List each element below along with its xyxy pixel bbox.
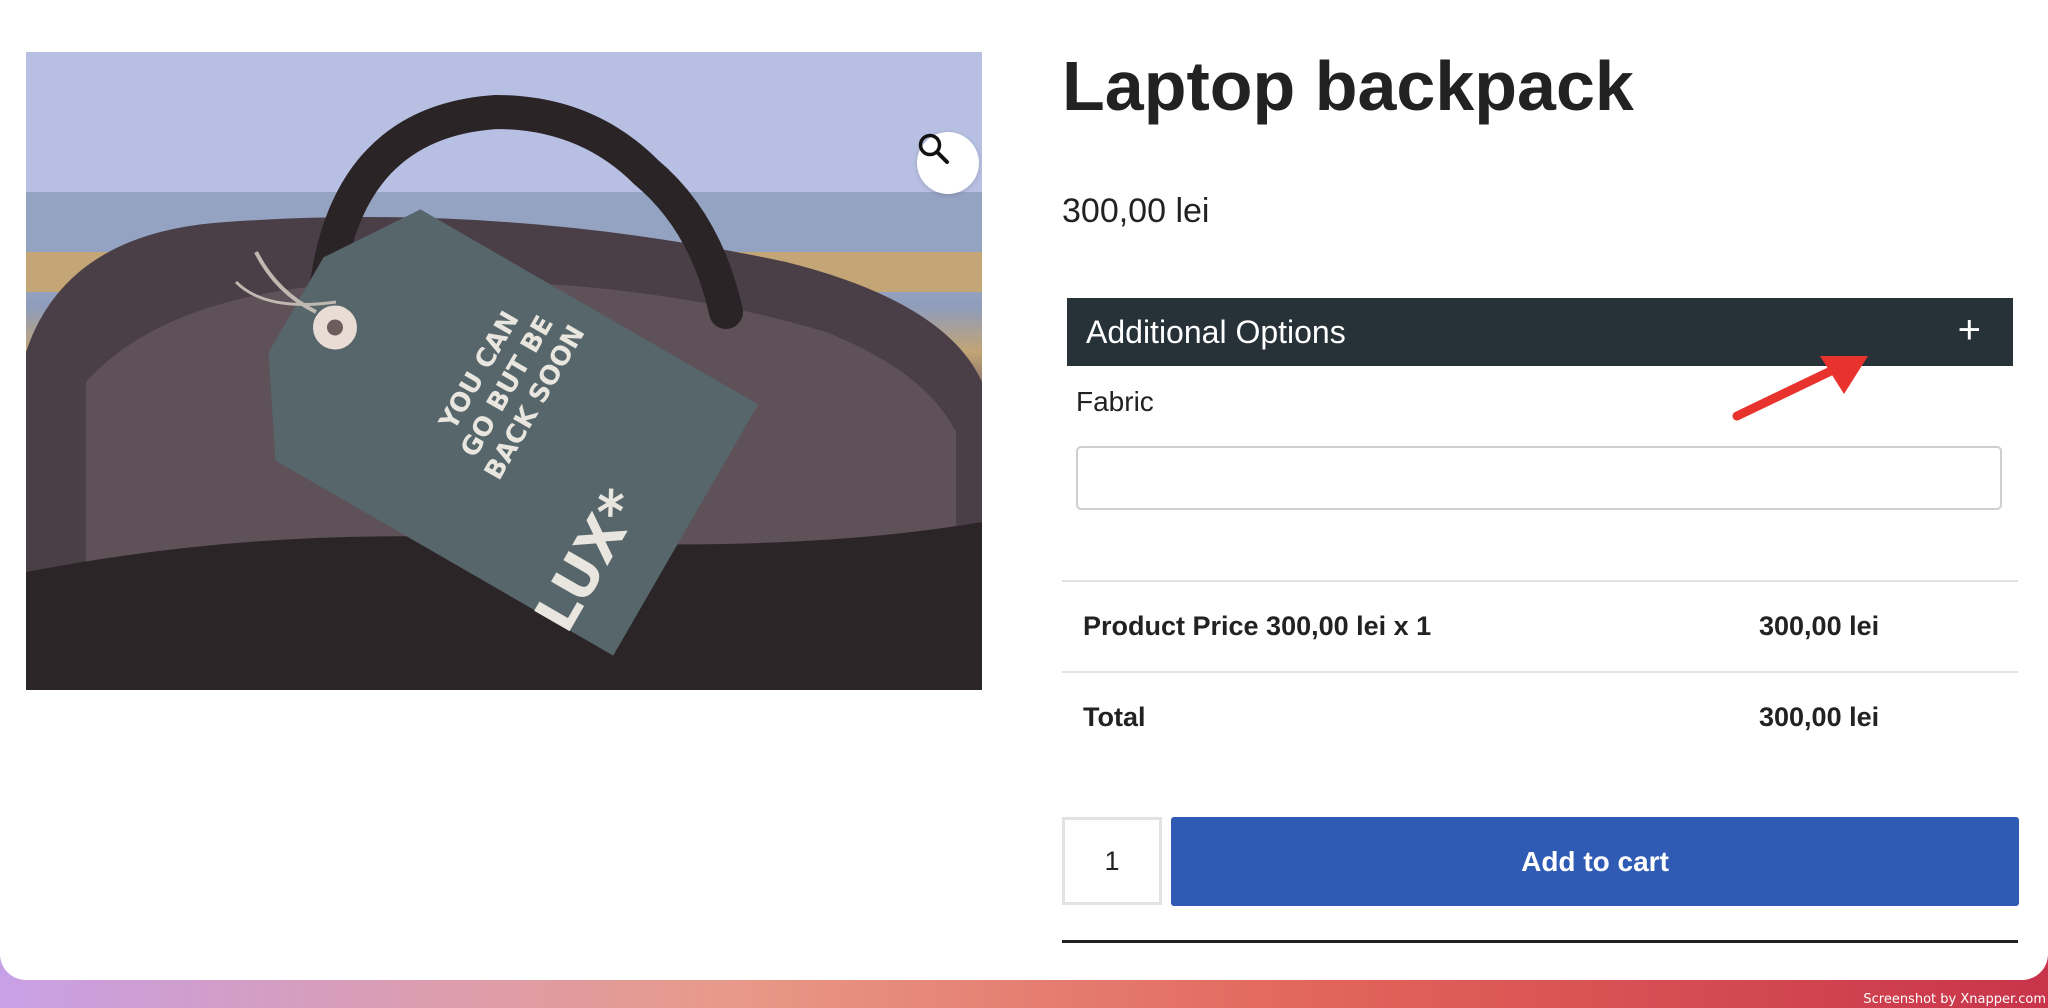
add-to-cart-button[interactable]: Add to cart [1171,817,2019,906]
divider [1062,671,2018,673]
additional-options-label: Additional Options [1086,313,1346,350]
plus-icon[interactable]: + [1958,308,1981,352]
product-price-label: Product Price 300,00 lei x 1 [1083,611,1432,641]
backpack-photo: YOU CAN GO BUT BE BACK SOON LUX* [26,52,982,690]
zoom-button[interactable] [917,132,979,194]
divider [1062,940,2018,943]
fabric-label: Fabric [1076,386,1154,417]
product-price-value: 300,00 lei [1759,611,1880,641]
divider [1062,580,2018,582]
product-title: Laptop backpack [1062,47,1634,125]
product-card: YOU CAN GO BUT BE BACK SOON LUX* Laptop … [0,0,2048,980]
product-image[interactable]: YOU CAN GO BUT BE BACK SOON LUX* [26,52,982,690]
watermark: Screenshot by Xnapper.com [1863,992,2046,1007]
fabric-input[interactable] [1076,446,2002,510]
quantity-input[interactable]: 1 [1062,817,1162,905]
total-value: 300,00 lei [1759,702,1880,732]
annotation-arrow-icon [1732,356,1868,421]
product-price: 300,00 lei [1062,192,1210,230]
total-label: Total [1083,702,1146,732]
magnifier-icon [918,133,949,164]
